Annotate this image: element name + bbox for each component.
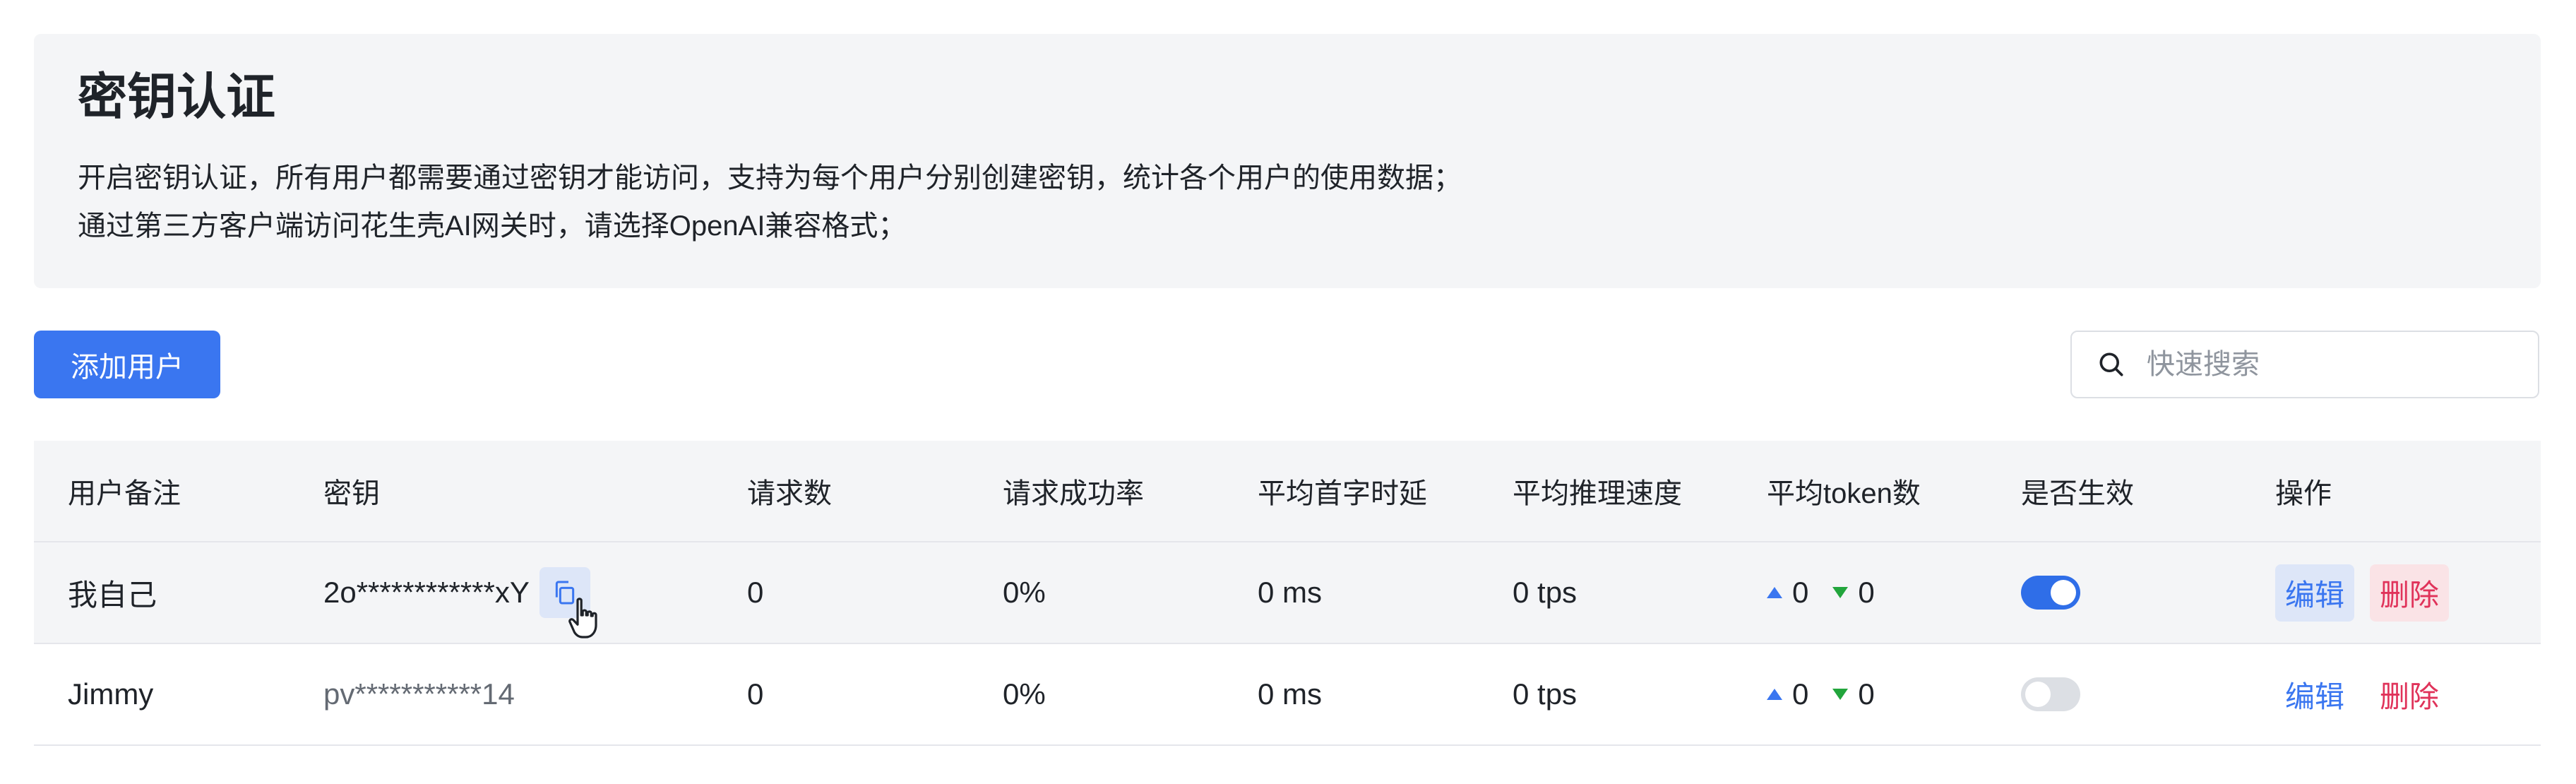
masked-key: 2o************xY: [323, 576, 530, 609]
search-input[interactable]: [2145, 348, 2515, 381]
info-description-line-1: 开启密钥认证，所有用户都需要通过密钥才能访问，支持为每个用户分别创建密钥，统计各…: [78, 162, 1462, 194]
add-user-button[interactable]: 添加用户: [34, 331, 220, 398]
page-title: 密钥认证: [78, 69, 275, 124]
delete-button[interactable]: 删除: [2370, 666, 2449, 723]
request-count: 0: [747, 677, 764, 711]
tokens-up: 0: [1767, 576, 1808, 610]
token-stats: 0 0: [1767, 542, 1899, 643]
tokens-up-value: 0: [1792, 677, 1809, 711]
first-token-latency: 0 ms: [1258, 576, 1323, 609]
info-description-line-2: 通过第三方客户端访问花生壳AI网关时，请选择OpenAI兼容格式；: [78, 210, 907, 242]
toggle-knob: [2025, 682, 2051, 707]
column-header-key: 密钥: [323, 478, 380, 509]
enabled-toggle[interactable]: [2021, 677, 2080, 711]
column-header-latency: 平均首字时延: [1258, 478, 1427, 509]
delete-button[interactable]: 删除: [2370, 564, 2450, 622]
toggle-knob: [2051, 580, 2076, 605]
search-icon: [2099, 352, 2123, 376]
enabled-cell: [2021, 644, 2080, 744]
column-header-actions: 操作: [2275, 478, 2332, 509]
user-note: Jimmy: [68, 677, 154, 711]
key-cell: 2o************xY: [323, 542, 597, 643]
user-note: 我自己: [68, 578, 157, 612]
column-header-success-rate: 请求成功率: [1003, 478, 1144, 509]
hand-pointer-cursor-icon: [568, 598, 597, 639]
enabled-toggle[interactable]: [2021, 576, 2080, 610]
tokens-up: 0: [1767, 677, 1808, 711]
info-panel: 密钥认证 开启密钥认证，所有用户都需要通过密钥才能访问，支持为每个用户分别创建密…: [34, 34, 2541, 288]
inference-speed: 0 tps: [1513, 576, 1578, 609]
table-row: 我自己 2o************xY 0 0% 0 ms 0 tps 0 0…: [34, 542, 2541, 644]
success-rate: 0%: [1003, 576, 1046, 609]
triangle-up-icon: [1767, 587, 1782, 598]
column-header-requests: 请求数: [747, 478, 832, 509]
success-rate: 0%: [1003, 677, 1046, 711]
column-header-speed: 平均推理速度: [1513, 478, 1682, 509]
masked-key: pv***********14: [323, 677, 515, 711]
token-stats: 0 0: [1767, 644, 1899, 744]
tokens-down: 0: [1832, 576, 1875, 610]
actions-cell: 编辑 删除: [2275, 644, 2464, 744]
first-token-latency: 0 ms: [1258, 677, 1323, 711]
copy-key-button[interactable]: [539, 567, 597, 639]
edit-button[interactable]: 编辑: [2275, 564, 2355, 622]
search-box[interactable]: [2070, 331, 2539, 398]
table-row: Jimmy pv***********14 0 0% 0 ms 0 tps 0 …: [34, 644, 2541, 746]
tokens-down: 0: [1832, 677, 1875, 711]
table-header: 用户备注 密钥 请求数 请求成功率 平均首字时延 平均推理速度 平均token数…: [34, 441, 2541, 542]
tokens-down-value: 0: [1858, 677, 1875, 711]
tokens-down-value: 0: [1858, 576, 1875, 609]
column-header-tokens: 平均token数: [1767, 478, 1921, 509]
users-table: 用户备注 密钥 请求数 请求成功率 平均首字时延 平均推理速度 平均token数…: [34, 441, 2541, 746]
column-header-note: 用户备注: [68, 478, 181, 509]
edit-button[interactable]: 编辑: [2275, 666, 2354, 723]
tokens-up-value: 0: [1792, 576, 1809, 609]
triangle-up-icon: [1767, 689, 1782, 700]
actions-cell: 编辑 删除: [2275, 542, 2464, 643]
request-count: 0: [747, 576, 764, 609]
key-cell: pv***********14: [323, 644, 515, 744]
enabled-cell: [2021, 542, 2080, 643]
triangle-down-icon: [1832, 689, 1849, 700]
triangle-down-icon: [1832, 587, 1849, 598]
column-header-enabled: 是否生效: [2021, 478, 2134, 509]
inference-speed: 0 tps: [1513, 677, 1578, 711]
